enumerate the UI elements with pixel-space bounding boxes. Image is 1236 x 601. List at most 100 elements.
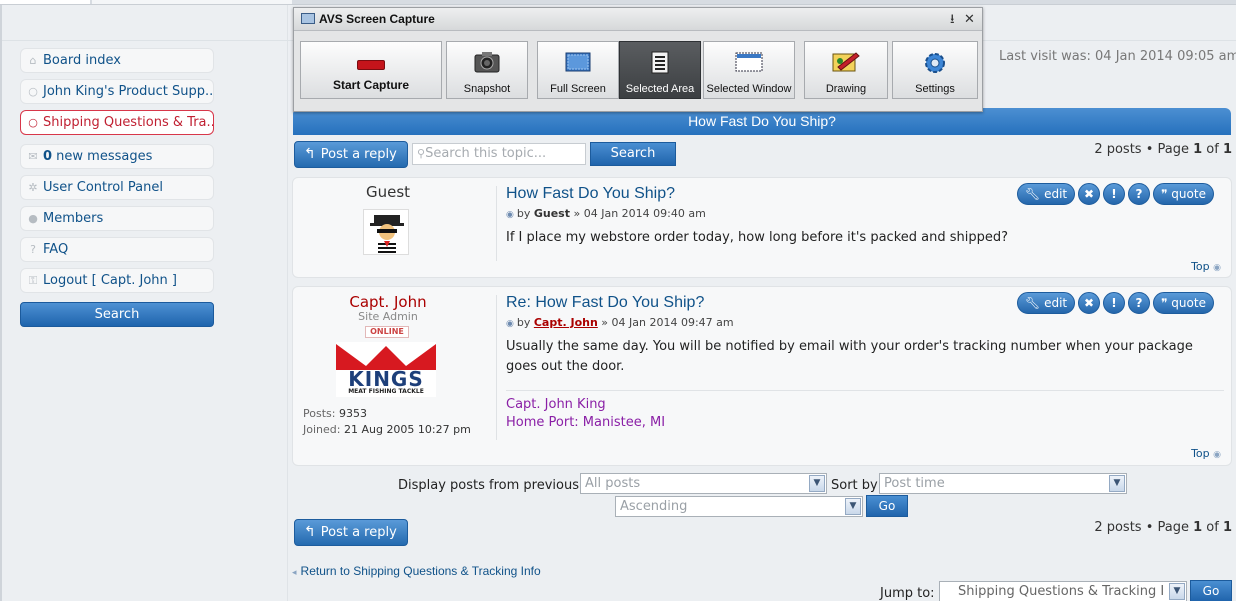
report-button[interactable]: ! — [1103, 292, 1125, 314]
exclamation-icon: ! — [1111, 296, 1117, 310]
envelope-icon: ✉ — [28, 150, 38, 163]
snapshot-button[interactable]: Snapshot — [446, 41, 528, 99]
topic-search-input[interactable]: ⚲Search this topic... — [412, 143, 586, 165]
post-author: Guest — [365, 183, 411, 201]
post-icon: ◉ — [506, 319, 514, 329]
drawing-button[interactable]: Drawing — [804, 41, 888, 99]
sidebar-item-faq[interactable]: ? FAQ — [20, 237, 214, 262]
edit-button[interactable]: 🔧︎ edit — [1017, 292, 1076, 314]
logo-subtext: MEAT FISHING TACKLE — [348, 388, 424, 395]
post-actions: 🔧︎ edit ✖ ! ? ❞ quote — [1017, 183, 1222, 205]
speech-bubble-icon: ○ — [28, 85, 38, 98]
online-badge: ONLINE — [365, 326, 409, 338]
signature-divider — [506, 390, 1224, 391]
sort-order-select[interactable]: Ascending ▼ — [615, 496, 863, 517]
close-icon: ✖ — [1083, 187, 1095, 201]
kings-logo: KINGS MEAT FISHING TACKLE — [336, 342, 436, 397]
chevron-down-icon: ▼ — [1169, 583, 1185, 600]
jump-to-label: Jump to: — [880, 586, 935, 601]
message-count: 0 — [43, 149, 53, 164]
home-icon: ⌂ — [29, 54, 37, 67]
post-reply-button-bottom[interactable]: ↰ Post a reply — [294, 519, 408, 546]
full-screen-button[interactable]: Full Screen — [537, 41, 619, 99]
settings-button[interactable]: Settings — [892, 41, 978, 99]
author-link[interactable]: Guest — [534, 207, 570, 220]
sidebar-item-ucp[interactable]: ✲ User Control Panel — [20, 175, 214, 200]
info-button[interactable]: ? — [1128, 292, 1150, 314]
selected-area-button[interactable]: Selected Area — [619, 41, 701, 99]
post-title[interactable]: Re: How Fast Do You Ship? — [506, 294, 704, 312]
display-posts-label: Display posts from previous: — [398, 478, 584, 493]
post-guest: Guest How Fast Do You Ship? ◉ by Guest » … — [292, 177, 1232, 278]
sidebar-item-board-index[interactable]: ⌂ Board index — [20, 48, 214, 73]
wrench-icon: 🔧︎ — [1025, 187, 1041, 201]
signature-line: Home Port: Manistee, MI — [506, 415, 666, 430]
top-link[interactable]: Top ◉ — [1191, 260, 1221, 273]
user-icon: ● — [28, 212, 38, 225]
post-actions: 🔧︎ edit ✖ ! ? ❞ quote — [1017, 292, 1222, 314]
jump-go-button[interactable]: Go — [1190, 580, 1232, 601]
top-arrow-icon: ◉ — [1213, 263, 1221, 273]
chevron-down-icon: ▼ — [1109, 475, 1125, 492]
quote-button[interactable]: ❞ quote — [1153, 183, 1214, 205]
app-icon — [301, 13, 315, 24]
post-body: If I place my webstore order today, how … — [506, 230, 1009, 245]
quote-icon: ❞ — [1161, 296, 1168, 310]
post-count: Posts: 9353 — [303, 407, 367, 420]
pagination-top: 2 posts • Page 1 of 1 — [1094, 142, 1232, 157]
user-rank: Site Admin — [358, 310, 418, 323]
record-icon — [357, 60, 385, 70]
selected-window-button[interactable]: Selected Window — [703, 41, 795, 99]
report-button[interactable]: ! — [1103, 183, 1125, 205]
browser-tab[interactable] — [0, 0, 90, 4]
sidebar-item-members[interactable]: ● Members — [20, 206, 214, 231]
selected-area-icon — [647, 51, 673, 78]
post-divider — [496, 295, 497, 440]
delete-button[interactable]: ✖ — [1078, 183, 1100, 205]
post-title[interactable]: How Fast Do You Ship? — [506, 185, 675, 203]
info-button[interactable]: ? — [1128, 183, 1150, 205]
sidebar-search-button[interactable]: Search — [20, 302, 214, 327]
topic-search-button[interactable]: Search — [590, 142, 676, 166]
guest-avatar — [363, 209, 409, 255]
post-reply-button[interactable]: ↰ Post a reply — [294, 141, 408, 168]
drawing-icon — [832, 51, 860, 76]
jump-to-select[interactable]: Shipping Questions & Tracking I ▼ — [939, 581, 1187, 601]
logo-text: KINGS — [348, 367, 424, 391]
window-icon — [735, 51, 763, 76]
sidebar-item-product-support[interactable]: ○ John King's Product Supp... — [20, 79, 214, 104]
question-icon: ? — [1135, 296, 1143, 310]
sort-by-select[interactable]: Post time ▼ — [879, 473, 1127, 494]
filter-go-button[interactable]: Go — [866, 495, 908, 517]
post-body: Usually the same day. You will be notifi… — [506, 339, 1193, 374]
chevron-down-icon: ▼ — [845, 498, 861, 515]
sidebar-item-shipping-questions[interactable]: ○ Shipping Questions & Tra... — [20, 110, 214, 135]
start-capture-button[interactable]: Start Capture — [300, 41, 442, 99]
key-icon: ⚿ — [28, 274, 38, 287]
sidebar-item-logout[interactable]: ⚿ Logout [ Capt. John ] — [20, 268, 214, 293]
exclamation-icon: ! — [1111, 187, 1117, 201]
browser-tab[interactable] — [92, 0, 292, 4]
signature-line: Capt. John King — [506, 397, 606, 412]
avs-capture-toolbar: AVS Screen Capture ⭳ ✕ Start Capture Sna… — [293, 7, 983, 112]
edit-button[interactable]: 🔧︎ edit — [1017, 183, 1076, 205]
quote-button[interactable]: ❞ quote — [1153, 292, 1214, 314]
reply-arrow-icon: ↰ — [304, 146, 316, 162]
reply-arrow-icon: ↰ — [304, 524, 316, 540]
post-divider — [496, 186, 497, 261]
post-icon: ◉ — [506, 210, 514, 220]
close-icon[interactable]: ✕ — [964, 8, 975, 30]
post-author[interactable]: Capt. John — [293, 293, 483, 311]
pin-icon[interactable]: ⭳ — [950, 8, 955, 30]
sort-by-label: Sort by — [831, 478, 878, 493]
top-link[interactable]: Top ◉ — [1191, 447, 1221, 460]
chevron-left-icon: ◂ — [292, 567, 297, 577]
return-link[interactable]: ◂ Return to Shipping Questions & Tracking… — [292, 564, 541, 578]
top-arrow-icon: ◉ — [1213, 450, 1221, 460]
sidebar-item-messages[interactable]: ✉ 0 new messages — [20, 144, 214, 169]
avs-title-bar[interactable]: AVS Screen Capture ⭳ ✕ — [294, 8, 982, 31]
display-posts-select[interactable]: All posts ▼ — [580, 473, 827, 494]
author-link[interactable]: Capt. John — [534, 316, 598, 329]
delete-button[interactable]: ✖ — [1078, 292, 1100, 314]
pagination-bottom: 2 posts • Page 1 of 1 — [1094, 520, 1232, 535]
